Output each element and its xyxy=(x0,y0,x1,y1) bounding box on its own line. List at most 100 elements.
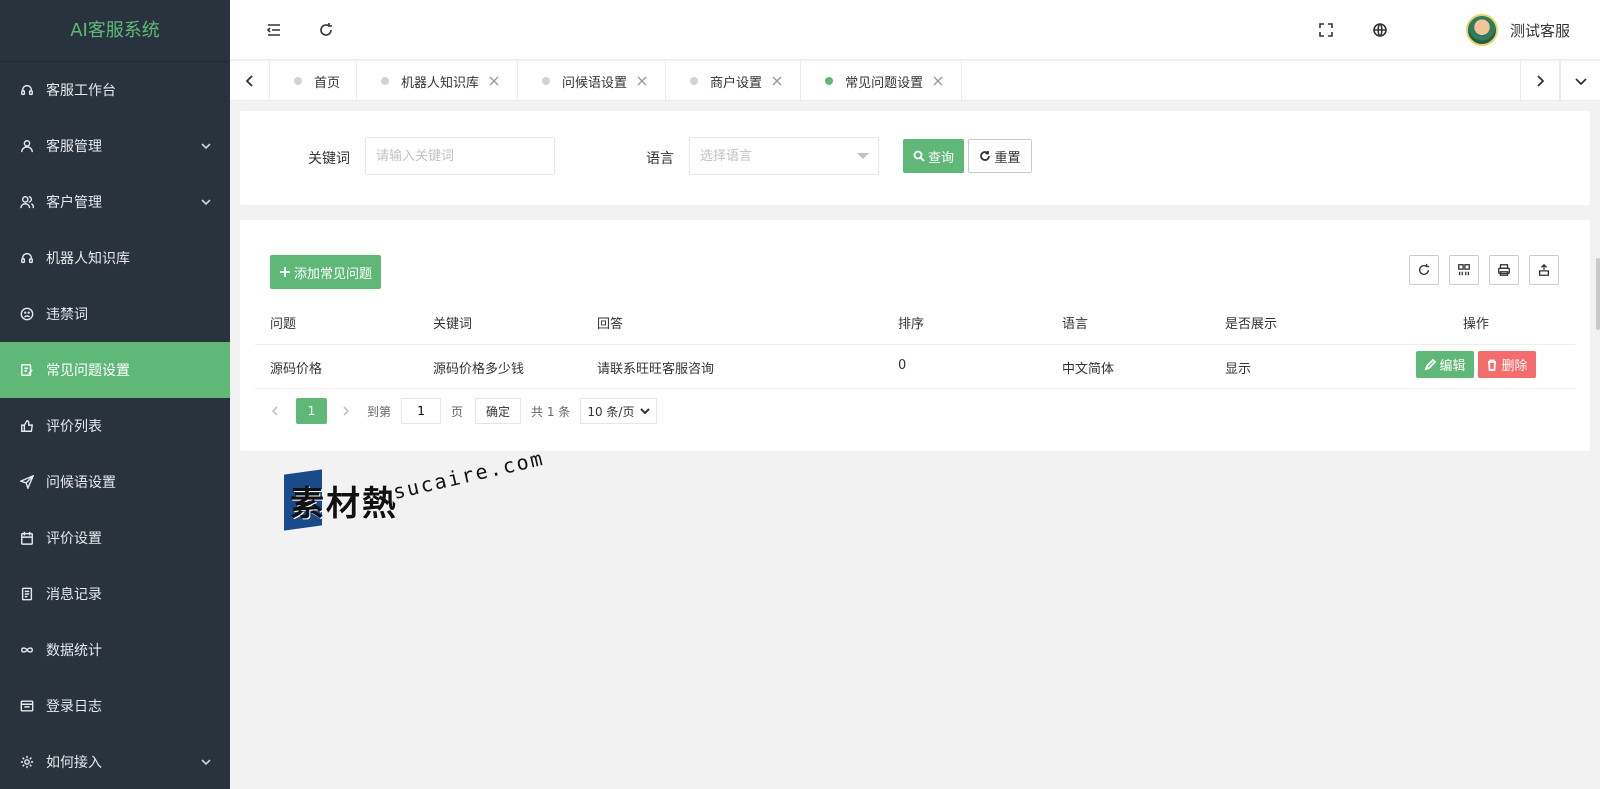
sidebar-item-robot-knowledge[interactable]: 机器人知识库 xyxy=(0,230,230,286)
tab-merchant-settings[interactable]: 商户设置 xyxy=(666,61,802,101)
tab-robot-knowledge[interactable]: 机器人知识库 xyxy=(357,61,519,101)
infinity-icon xyxy=(20,643,34,657)
sidebar-item-banned-words[interactable]: 违禁词 xyxy=(0,286,230,342)
note-icon xyxy=(20,363,34,377)
close-icon[interactable] xyxy=(772,75,784,87)
tab-status-dot xyxy=(381,77,390,85)
prev-page-icon[interactable] xyxy=(270,405,282,417)
caret-down-icon xyxy=(857,153,869,159)
sidebar-item-review-settings[interactable]: 评价设置 xyxy=(0,510,230,566)
header-divider xyxy=(255,344,1575,345)
add-faq-button[interactable]: 添加常见问题 xyxy=(270,255,381,289)
tabs-scroll-left-icon[interactable] xyxy=(230,61,270,101)
tab-home[interactable]: 首页 xyxy=(270,61,358,101)
pencil-icon xyxy=(1425,358,1437,370)
sidebar-item-customer-management[interactable]: 客户管理 xyxy=(0,174,230,230)
keyword-input[interactable] xyxy=(365,137,555,175)
tab-status-dot xyxy=(825,77,834,85)
tabs-scroll-right-icon[interactable] xyxy=(1520,61,1560,101)
sidebar-item-login-log[interactable]: 登录日志 xyxy=(0,678,230,734)
column-header-show: 是否展示 xyxy=(1225,317,1278,332)
calendar-icon xyxy=(20,531,34,545)
sidebar: AI客服系统 客服工作台 客服管理 客户管理 机器人知识库 违禁词 常见问题设置 xyxy=(0,0,230,789)
sidebar-item-agent-management[interactable]: 客服管理 xyxy=(0,118,230,174)
page-tabs: 首页 机器人知识库 问候语设置 商户设置 常见问题设置 xyxy=(230,61,1600,101)
refresh-icon[interactable] xyxy=(316,20,336,40)
sidebar-item-label: 数据统计 xyxy=(46,643,102,659)
print-icon[interactable] xyxy=(1489,255,1519,285)
columns-filter-icon[interactable] xyxy=(1449,255,1479,285)
sidebar-item-statistics[interactable]: 数据统计 xyxy=(0,622,230,678)
sidebar-item-label: 登录日志 xyxy=(46,699,102,715)
edit-button[interactable]: 编辑 xyxy=(1416,351,1474,378)
sidebar-item-label: 常见问题设置 xyxy=(46,363,130,379)
sidebar-item-how-to-integrate[interactable]: 如何接入 xyxy=(0,734,230,789)
plus-icon xyxy=(279,267,290,277)
page-size-select[interactable]: 10 条/页 xyxy=(580,398,658,424)
user-menu[interactable]: 测试客服 xyxy=(1465,14,1570,46)
reset-button[interactable]: 重置 xyxy=(968,139,1032,173)
table-refresh-icon[interactable] xyxy=(1409,255,1439,285)
faq-table-panel: 添加常见问题 问题 关键词 回答 排序 语言 是否展示 操作 源码价格 源码价格… xyxy=(240,220,1590,451)
next-page-icon[interactable] xyxy=(341,405,353,417)
page-scrollbar[interactable] xyxy=(1596,258,1600,330)
page-size-value: 10 条/页 xyxy=(587,404,635,419)
goto-confirm-button[interactable]: 确定 xyxy=(475,398,522,424)
sidebar-item-label: 如何接入 xyxy=(46,755,102,771)
tab-label: 首页 xyxy=(314,75,341,91)
column-header-keyword: 关键词 xyxy=(433,317,473,332)
menu-toggle-icon[interactable] xyxy=(264,20,284,40)
globe-icon[interactable] xyxy=(1370,20,1390,40)
tab-greeting-settings[interactable]: 问候语设置 xyxy=(518,61,667,101)
language-select[interactable] xyxy=(689,137,879,175)
tabs-menu-chevron-down-icon[interactable] xyxy=(1560,61,1600,101)
keyword-label: 关键词 xyxy=(308,151,350,167)
tab-status-dot xyxy=(294,77,302,85)
headset-icon xyxy=(20,83,34,97)
goto-prefix: 到第 xyxy=(367,404,392,419)
fullscreen-icon[interactable] xyxy=(1316,20,1336,40)
cell-sort: 0 xyxy=(898,358,907,373)
refresh-icon xyxy=(980,151,991,161)
reset-button-label: 重置 xyxy=(994,150,1021,166)
language-label: 语言 xyxy=(646,151,674,167)
headset-icon xyxy=(20,251,34,265)
watermark-en-text: sucaire.com xyxy=(390,445,547,504)
sidebar-item-label: 客服管理 xyxy=(46,139,102,155)
sidebar-item-label: 问候语设置 xyxy=(46,475,116,491)
close-icon[interactable] xyxy=(489,75,501,87)
close-icon[interactable] xyxy=(933,75,945,87)
tab-status-dot xyxy=(690,77,699,85)
sidebar-item-workbench[interactable]: 客服工作台 xyxy=(0,62,230,118)
page-number-current[interactable]: 1 xyxy=(296,398,327,424)
tab-faq-settings[interactable]: 常见问题设置 xyxy=(801,61,963,101)
cell-keyword: 源码价格多少钱 xyxy=(433,362,525,377)
query-button[interactable]: 查询 xyxy=(903,139,964,173)
sidebar-item-review-list[interactable]: 评价列表 xyxy=(0,398,230,454)
sidebar-item-label: 消息记录 xyxy=(46,587,102,603)
column-header-question: 问题 xyxy=(270,317,297,332)
goto-suffix: 页 xyxy=(451,404,464,419)
send-icon xyxy=(20,475,34,489)
close-icon[interactable] xyxy=(637,75,649,87)
sidebar-item-greeting-settings[interactable]: 问候语设置 xyxy=(0,454,230,510)
export-icon[interactable] xyxy=(1529,255,1559,285)
users-icon xyxy=(20,195,34,209)
user-icon xyxy=(20,139,34,153)
chevron-down-icon xyxy=(200,140,212,152)
tab-label: 机器人知识库 xyxy=(401,75,480,91)
edit-button-label: 编辑 xyxy=(1439,359,1466,374)
trash-icon xyxy=(1488,359,1497,371)
avatar xyxy=(1465,14,1498,46)
column-header-language: 语言 xyxy=(1062,317,1089,332)
tab-label: 问候语设置 xyxy=(562,75,628,91)
chevron-down-icon xyxy=(200,756,212,768)
sidebar-item-message-records[interactable]: 消息记录 xyxy=(0,566,230,622)
goto-page-input[interactable] xyxy=(401,398,442,424)
sidebar-item-faq-settings[interactable]: 常见问题设置 xyxy=(0,342,230,398)
sidebar-item-label: 客户管理 xyxy=(46,195,102,211)
delete-button[interactable]: 删除 xyxy=(1478,351,1536,378)
search-icon xyxy=(913,150,925,162)
column-header-actions: 操作 xyxy=(1463,317,1490,332)
cell-answer: 请联系旺旺客服咨询 xyxy=(597,362,715,377)
